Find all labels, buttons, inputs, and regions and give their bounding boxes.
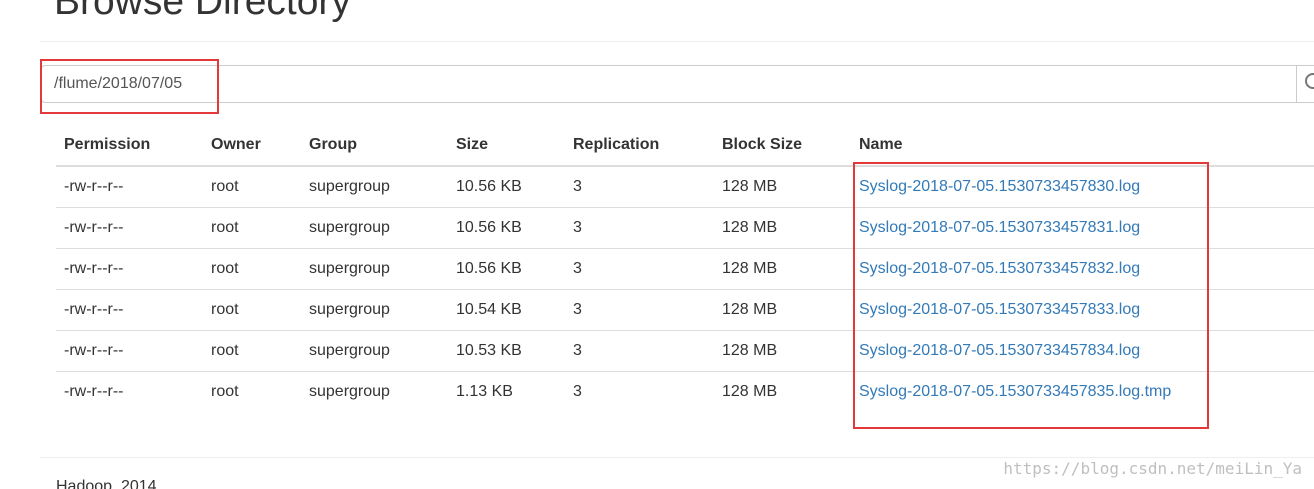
- table-row: -rw-r--r-- root supergroup 10.56 KB 3 12…: [56, 165, 1314, 207]
- cell-owner: root: [203, 247, 301, 289]
- table-header-row: Permission Owner Group Size Replication …: [56, 125, 1314, 167]
- file-link[interactable]: Syslog-2018-07-05.1530733457831.log: [859, 219, 1140, 236]
- footer-divider: [40, 457, 1314, 458]
- cell-permission: -rw-r--r--: [56, 247, 203, 289]
- file-table: Permission Owner Group Size Replication …: [56, 125, 1314, 412]
- cell-block-size: 128 MB: [714, 206, 851, 248]
- header-permission[interactable]: Permission: [56, 125, 203, 167]
- cell-name: Syslog-2018-07-05.1530733457832.log: [851, 247, 1314, 289]
- file-link[interactable]: Syslog-2018-07-05.1530733457835.log.tmp: [859, 383, 1171, 400]
- table-row: -rw-r--r-- root supergroup 1.13 KB 3 128…: [56, 370, 1314, 412]
- cell-size: 1.13 KB: [448, 370, 565, 412]
- browse-directory-page: Browse Directory Permission Owner Group …: [0, 0, 1314, 489]
- file-link[interactable]: Syslog-2018-07-05.1530733457833.log: [859, 301, 1140, 318]
- search-icon: [1305, 73, 1314, 89]
- file-link[interactable]: Syslog-2018-07-05.1530733457832.log: [859, 260, 1140, 277]
- path-input[interactable]: [41, 65, 1297, 103]
- cell-group: supergroup: [301, 370, 448, 412]
- cell-size: 10.56 KB: [448, 206, 565, 248]
- cell-owner: root: [203, 329, 301, 371]
- cell-permission: -rw-r--r--: [56, 288, 203, 330]
- cell-owner: root: [203, 165, 301, 207]
- cell-name: Syslog-2018-07-05.1530733457834.log: [851, 329, 1314, 371]
- header-replication[interactable]: Replication: [565, 125, 714, 167]
- header-owner[interactable]: Owner: [203, 125, 301, 167]
- cell-group: supergroup: [301, 329, 448, 371]
- header-block-size[interactable]: Block Size: [714, 125, 851, 167]
- table-row: -rw-r--r-- root supergroup 10.56 KB 3 12…: [56, 206, 1314, 248]
- header-size[interactable]: Size: [448, 125, 565, 167]
- cell-group: supergroup: [301, 206, 448, 248]
- file-link[interactable]: Syslog-2018-07-05.1530733457830.log: [859, 178, 1140, 195]
- cell-block-size: 128 MB: [714, 165, 851, 207]
- cell-name: Syslog-2018-07-05.1530733457831.log: [851, 206, 1314, 248]
- file-link[interactable]: Syslog-2018-07-05.1530733457834.log: [859, 342, 1140, 359]
- cell-replication: 3: [565, 206, 714, 248]
- cell-permission: -rw-r--r--: [56, 206, 203, 248]
- header-group[interactable]: Group: [301, 125, 448, 167]
- cell-group: supergroup: [301, 165, 448, 207]
- cell-block-size: 128 MB: [714, 329, 851, 371]
- cell-replication: 3: [565, 247, 714, 289]
- cell-block-size: 128 MB: [714, 370, 851, 412]
- table-row: -rw-r--r-- root supergroup 10.54 KB 3 12…: [56, 288, 1314, 330]
- footer-text: Hadoop, 2014.: [56, 478, 161, 489]
- cell-group: supergroup: [301, 247, 448, 289]
- cell-owner: root: [203, 288, 301, 330]
- table-row: -rw-r--r-- root supergroup 10.56 KB 3 12…: [56, 247, 1314, 289]
- path-input-group: [41, 65, 1314, 103]
- cell-permission: -rw-r--r--: [56, 370, 203, 412]
- cell-permission: -rw-r--r--: [56, 165, 203, 207]
- cell-replication: 3: [565, 329, 714, 371]
- cell-replication: 3: [565, 370, 714, 412]
- cell-size: 10.53 KB: [448, 329, 565, 371]
- go-button[interactable]: [1296, 65, 1314, 103]
- cell-size: 10.56 KB: [448, 247, 565, 289]
- cell-owner: root: [203, 206, 301, 248]
- table-row: -rw-r--r-- root supergroup 10.53 KB 3 12…: [56, 329, 1314, 371]
- cell-block-size: 128 MB: [714, 288, 851, 330]
- page-title: Browse Directory: [54, 0, 351, 23]
- cell-replication: 3: [565, 165, 714, 207]
- cell-name: Syslog-2018-07-05.1530733457830.log: [851, 165, 1314, 207]
- cell-size: 10.54 KB: [448, 288, 565, 330]
- cell-block-size: 128 MB: [714, 247, 851, 289]
- watermark: https://blog.csdn.net/meiLin_Ya: [1003, 459, 1302, 478]
- cell-owner: root: [203, 370, 301, 412]
- cell-name: Syslog-2018-07-05.1530733457833.log: [851, 288, 1314, 330]
- header-name[interactable]: Name: [851, 125, 1314, 167]
- title-divider: [40, 41, 1314, 42]
- cell-group: supergroup: [301, 288, 448, 330]
- cell-size: 10.56 KB: [448, 165, 565, 207]
- cell-permission: -rw-r--r--: [56, 329, 203, 371]
- cell-name: Syslog-2018-07-05.1530733457835.log.tmp: [851, 370, 1314, 412]
- cell-replication: 3: [565, 288, 714, 330]
